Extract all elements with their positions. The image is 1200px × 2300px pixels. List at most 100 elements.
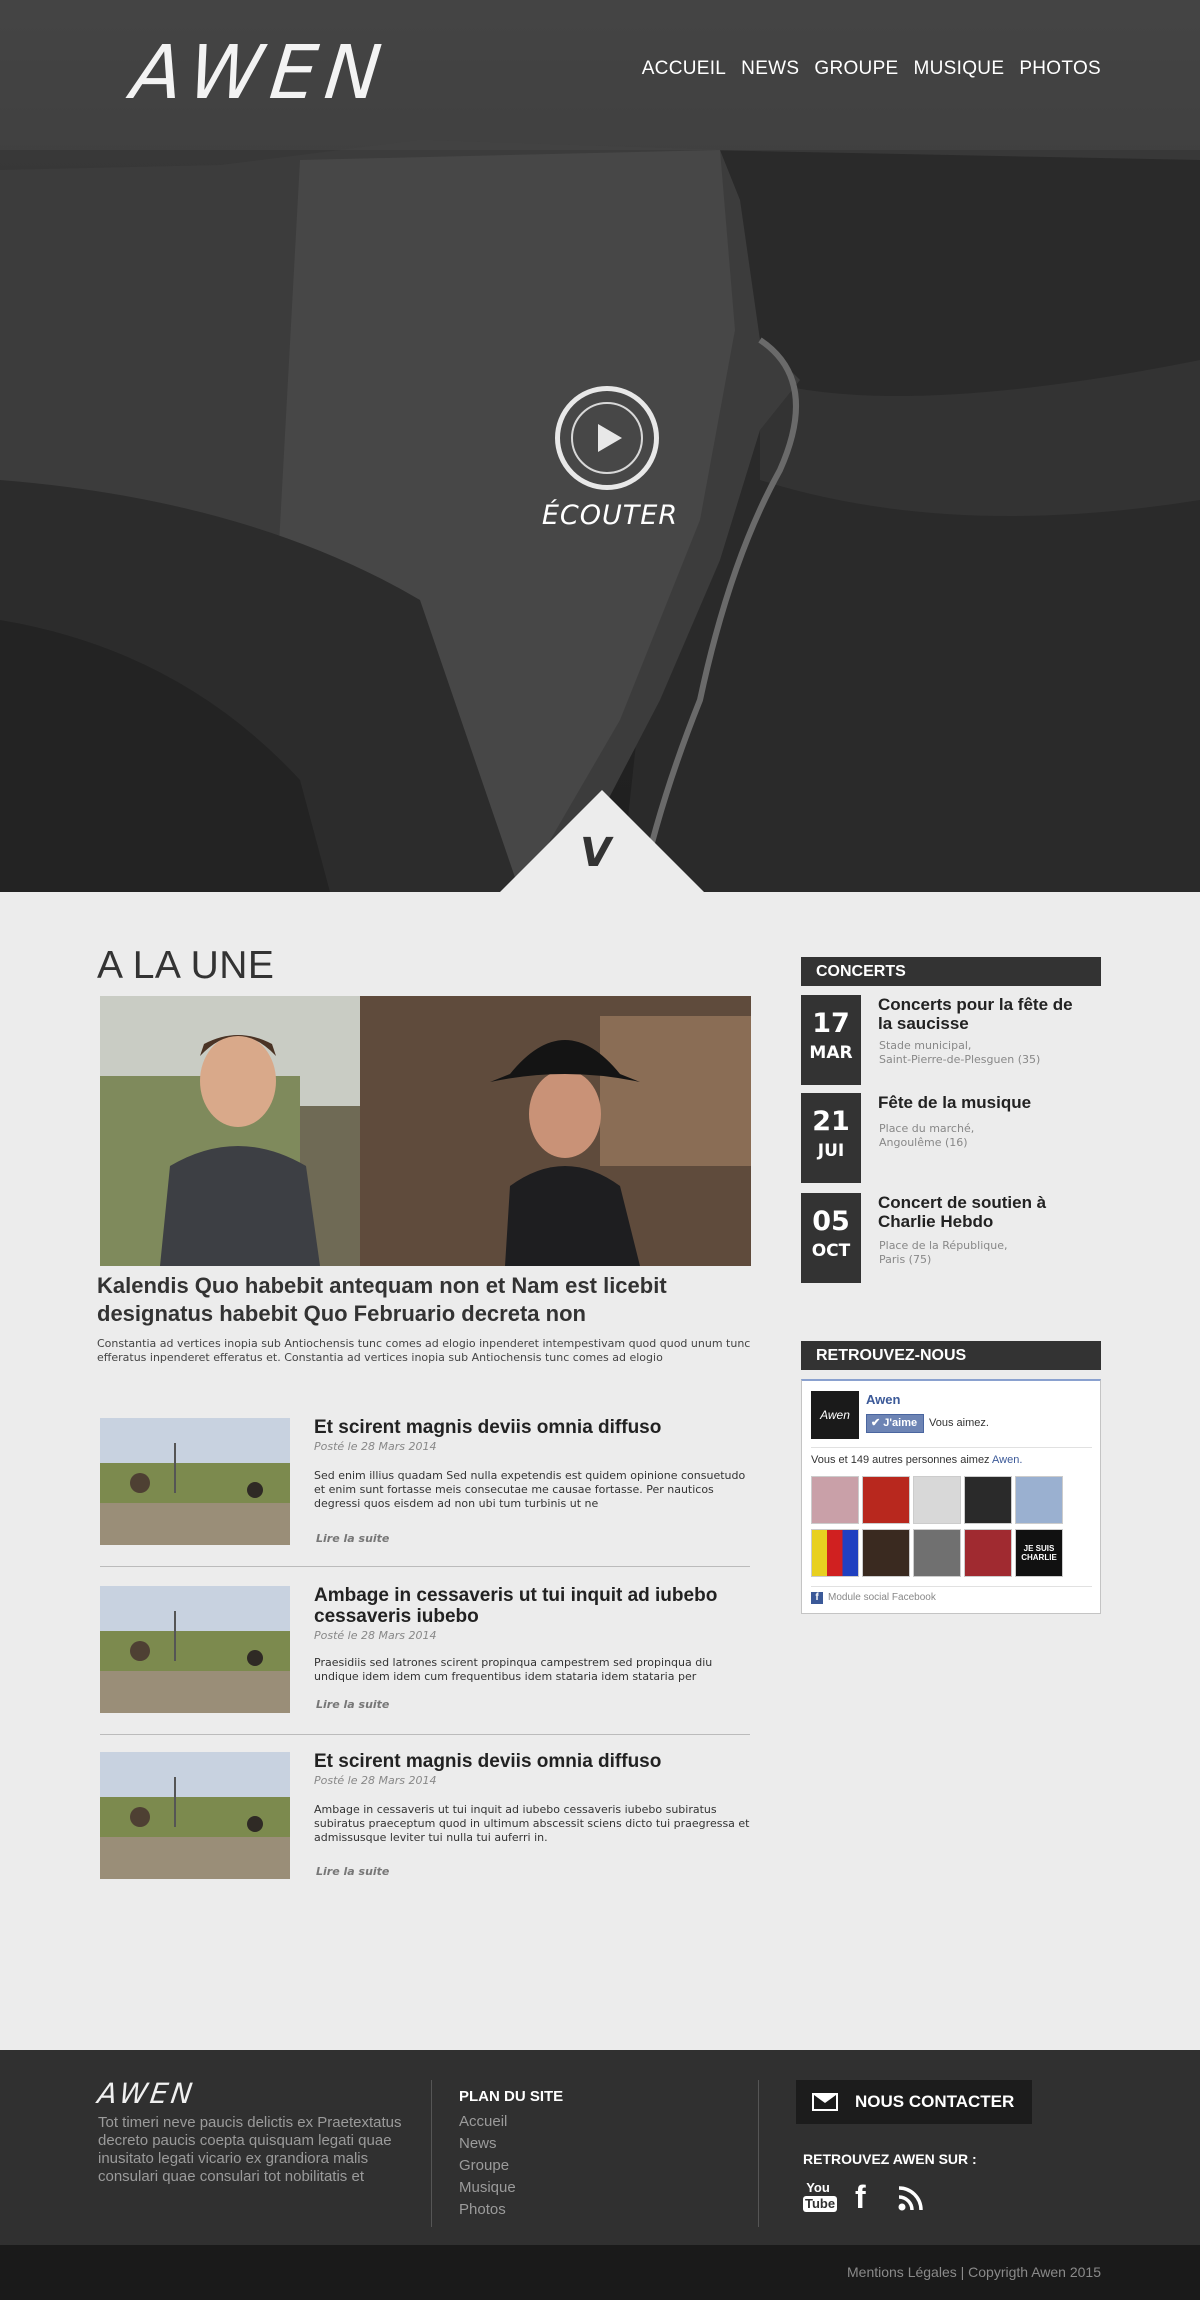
concert-venue: Place de la République, (879, 1239, 1008, 1252)
section-title: A LA UNE (97, 944, 275, 987)
concert-month: MAR (809, 1043, 853, 1063)
sitemap-title: PLAN DU SITE (459, 2088, 564, 2105)
concert-date: 21 JUI (801, 1093, 861, 1183)
article-item: Ambage in cessaveris ut tui inquit ad iu… (100, 1585, 750, 1752)
check-icon: ✔ (871, 1417, 884, 1429)
fan-avatar[interactable] (964, 1476, 1012, 1524)
fan-faces-grid: JE SUIS CHARLIE (811, 1476, 1071, 1577)
feature-text: Constantia ad vertices inopia sub Antioc… (97, 1337, 751, 1364)
facebook-icon[interactable]: f (855, 2180, 866, 2214)
concert-date: 17 MAR (801, 995, 861, 1085)
concert-title[interactable]: Fête de la musique (878, 1093, 1078, 1112)
article-thumbnail[interactable] (100, 1586, 290, 1713)
band-photo (100, 996, 751, 1266)
fan-avatar[interactable] (862, 1476, 910, 1524)
sitemap-link-photos[interactable]: Photos (459, 2199, 516, 2221)
nav-groupe[interactable]: GROUPE (814, 58, 898, 80)
listen-label[interactable]: ÉCOUTER (530, 500, 690, 531)
article-title[interactable]: Ambage in cessaveris ut tui inquit ad iu… (314, 1585, 750, 1627)
main-nav: ACCUEIL NEWS GROUPE MUSIQUE PHOTOS (642, 58, 1101, 80)
fan-avatar[interactable] (964, 1529, 1012, 1577)
fan-avatar[interactable] (862, 1529, 910, 1577)
fan-avatar[interactable] (913, 1476, 961, 1524)
article-divider (100, 1734, 750, 1735)
concerts-heading: CONCERTS (801, 957, 1101, 986)
concert-day: 21 (812, 1106, 850, 1137)
article-divider (100, 1566, 750, 1567)
widget-divider (811, 1447, 1092, 1448)
fan-avatar[interactable] (811, 1476, 859, 1524)
nav-photos[interactable]: PHOTOS (1019, 58, 1101, 80)
article-title[interactable]: Et scirent magnis deviis omnia diffuso (314, 1417, 750, 1438)
concert-day: 17 (812, 1008, 850, 1039)
fan-avatar[interactable] (811, 1529, 859, 1577)
field-photo (100, 1752, 290, 1879)
fan-avatar[interactable]: JE SUIS CHARLIE (1015, 1529, 1063, 1577)
field-photo (100, 1418, 290, 1545)
sitemap-link-accueil[interactable]: Accueil (459, 2111, 516, 2133)
facebook-page-avatar[interactable]: Awen (811, 1391, 859, 1439)
concert-item[interactable]: 05 OCT Concert de soutien à Charlie Hebd… (801, 1193, 1101, 1283)
concert-date: 05 OCT (801, 1193, 861, 1283)
article-item: Et scirent magnis deviis omnia diffuso P… (100, 1417, 750, 1584)
concert-city: Paris (75) (879, 1253, 932, 1266)
copyright-text[interactable]: Mentions Légales | Copyrigth Awen 2015 (847, 2264, 1101, 2280)
fan-avatar[interactable] (1015, 1476, 1063, 1524)
rss-icon[interactable] (897, 2184, 925, 2212)
likes-page-link[interactable]: Awen. (992, 1454, 1022, 1466)
concert-month: OCT (811, 1241, 851, 1261)
concert-item[interactable]: 21 JUI Fête de la musique Place du march… (801, 1093, 1101, 1183)
read-more-link[interactable]: Lire la suite (316, 1698, 389, 1711)
sitemap-link-groupe[interactable]: Groupe (459, 2155, 516, 2177)
footer-divider (758, 2080, 759, 2227)
concert-place: Stade municipal, Saint-Pierre-de-Plesgue… (879, 1039, 1089, 1067)
feature-title[interactable]: Kalendis Quo habebit antequam non et Nam… (97, 1272, 757, 1328)
site-logo[interactable]: AWEN (127, 30, 393, 116)
social-title: RETROUVEZ AWEN SUR : (803, 2151, 977, 2167)
facebook-widget: Awen Awen ✔ J'aime Vous aimez. Vous et 1… (801, 1379, 1101, 1614)
find-us-heading: RETROUVEZ-NOUS (801, 1341, 1101, 1370)
je-suis-charlie-label: JE SUIS CHARLIE (1021, 1544, 1057, 1562)
concert-city: Saint-Pierre-de-Plesguen (35) (879, 1053, 1041, 1066)
sitemap-list: Accueil News Groupe Musique Photos (459, 2111, 516, 2221)
contact-button[interactable]: NOUS CONTACTER (796, 2080, 1032, 2124)
play-icon (598, 424, 622, 452)
concert-title[interactable]: Concert de soutien à Charlie Hebdo (878, 1193, 1078, 1231)
envelope-icon (812, 2093, 838, 2111)
fan-avatar[interactable] (913, 1529, 961, 1577)
article-thumbnail[interactable] (100, 1752, 290, 1879)
sitemap-link-news[interactable]: News (459, 2133, 516, 2155)
feature-image[interactable] (100, 996, 751, 1266)
article-excerpt: Sed enim illius quadam Sed nulla expeten… (314, 1469, 746, 1510)
concert-venue: Stade municipal, (879, 1039, 972, 1052)
facebook-module-label: Module social Facebook (828, 1592, 936, 1603)
nav-news[interactable]: NEWS (741, 58, 799, 80)
sitemap-link-musique[interactable]: Musique (459, 2177, 516, 2199)
concert-place: Place de la République, Paris (75) (879, 1239, 1089, 1267)
play-button[interactable] (555, 386, 659, 490)
youtube-icon-top: You (806, 2180, 830, 2195)
facebook-like-button[interactable]: ✔ J'aime (866, 1414, 925, 1433)
youtube-icon[interactable]: You Tube (803, 2180, 838, 2212)
hero-banner: AWEN ACCUEIL NEWS GROUPE MUSIQUE PHOTOS … (0, 0, 1200, 892)
concert-day: 05 (812, 1206, 850, 1237)
read-more-link[interactable]: Lire la suite (316, 1532, 389, 1545)
concert-item[interactable]: 17 MAR Concerts pour la fête de la sauci… (801, 995, 1101, 1085)
article-item: Et scirent magnis deviis omnia diffuso P… (100, 1751, 750, 1918)
read-more-link[interactable]: Lire la suite (316, 1865, 389, 1878)
concert-title[interactable]: Concerts pour la fête de la saucisse (878, 995, 1078, 1033)
article-date: Posté le 28 Mars 2014 (314, 1440, 437, 1453)
field-photo (100, 1586, 290, 1713)
youtube-icon-bottom: Tube (803, 2196, 838, 2212)
nav-musique[interactable]: MUSIQUE (914, 58, 1005, 80)
facebook-widget-footer[interactable]: f Module social Facebook (811, 1592, 936, 1604)
article-date: Posté le 28 Mars 2014 (314, 1774, 437, 1787)
facebook-icon: f (811, 1592, 823, 1604)
article-thumbnail[interactable] (100, 1418, 290, 1545)
footer-logo[interactable]: AWEN (96, 2077, 198, 2110)
like-label: J'aime (883, 1417, 918, 1429)
facebook-page-name[interactable]: Awen (866, 1392, 900, 1407)
article-excerpt: Praesidiis sed latrones scirent propinqu… (314, 1656, 713, 1683)
nav-accueil[interactable]: ACCUEIL (642, 58, 726, 80)
article-title[interactable]: Et scirent magnis deviis omnia diffuso (314, 1751, 750, 1772)
